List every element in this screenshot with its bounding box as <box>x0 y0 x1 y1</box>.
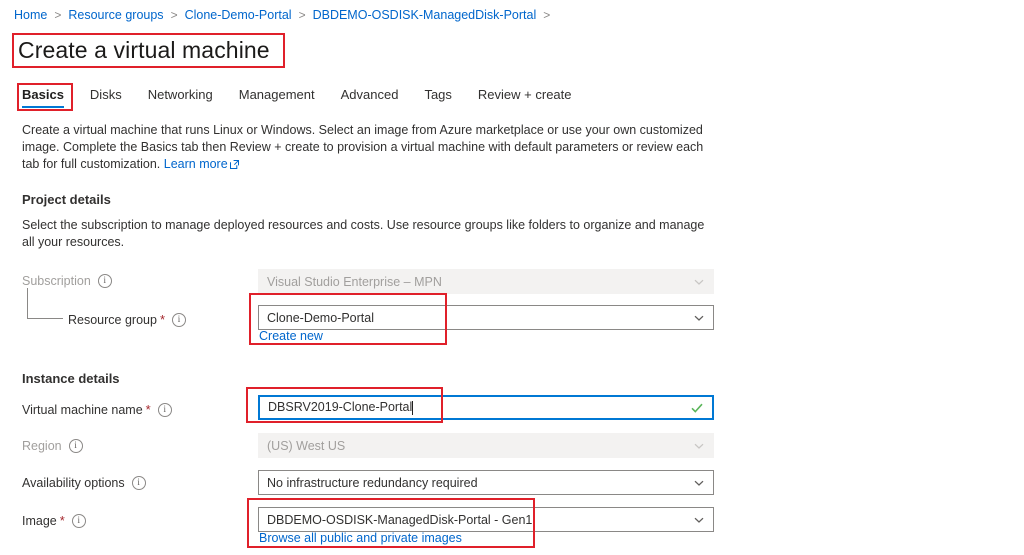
resource-group-label: Resource group * <box>68 312 187 327</box>
image-label-text: Image <box>22 513 57 528</box>
availability-options-dropdown[interactable]: No infrastructure redundancy required <box>258 470 714 495</box>
availability-options-label-text: Availability options <box>22 476 125 490</box>
external-link-icon <box>229 157 239 174</box>
breadcrumb-item-resource-groups[interactable]: Resource groups <box>68 8 163 22</box>
breadcrumb-item-home[interactable]: Home <box>14 8 47 22</box>
subscription-dropdown: Visual Studio Enterprise – MPN <box>258 269 714 294</box>
valid-check-icon <box>690 401 704 415</box>
image-label: Image * <box>22 513 86 528</box>
breadcrumb-separator: > <box>170 8 178 22</box>
vm-name-label-text: Virtual machine name <box>22 402 143 417</box>
chevron-down-icon <box>693 440 705 452</box>
intro-paragraph: Create a virtual machine that runs Linux… <box>22 122 722 174</box>
subscription-label-text: Subscription <box>22 274 91 288</box>
tab-management[interactable]: Management <box>239 85 315 110</box>
breadcrumb-separator: > <box>543 8 551 22</box>
info-icon[interactable] <box>97 274 112 288</box>
vm-name-value: DBSRV2019-Clone-Portal <box>268 400 684 415</box>
subscription-value: Visual Studio Enterprise – MPN <box>267 274 442 289</box>
resource-group-dropdown[interactable]: Clone-Demo-Portal <box>258 305 714 330</box>
chevron-down-icon <box>693 312 705 324</box>
info-icon[interactable] <box>172 312 187 327</box>
tab-disks[interactable]: Disks <box>90 85 122 110</box>
project-details-description: Select the subscription to manage deploy… <box>22 218 705 249</box>
region-label-text: Region <box>22 439 62 453</box>
info-icon[interactable] <box>68 439 83 453</box>
info-icon[interactable] <box>131 476 146 490</box>
project-details-heading: Project details <box>22 192 111 207</box>
tab-tags[interactable]: Tags <box>424 85 451 110</box>
tab-review-create[interactable]: Review + create <box>478 85 572 110</box>
browse-images-link[interactable]: Browse all public and private images <box>259 531 462 545</box>
text-cursor <box>412 400 414 415</box>
tab-bar: Basics Disks Networking Management Advan… <box>22 85 598 110</box>
intro-text: Create a virtual machine that runs Linux… <box>22 123 704 171</box>
vm-name-input[interactable]: DBSRV2019-Clone-Portal <box>258 395 714 420</box>
required-marker: * <box>159 312 166 327</box>
breadcrumb-separator: > <box>54 8 62 22</box>
breadcrumb: Home > Resource groups > Clone-Demo-Port… <box>14 8 557 22</box>
region-value: (US) West US <box>267 438 346 453</box>
tab-basics[interactable]: Basics <box>22 85 64 110</box>
chevron-down-icon <box>693 514 705 526</box>
availability-options-value: No infrastructure redundancy required <box>267 475 478 490</box>
instance-details-heading: Instance details <box>22 371 120 386</box>
info-icon[interactable] <box>71 513 86 528</box>
required-marker: * <box>145 402 151 417</box>
info-icon[interactable] <box>157 402 172 417</box>
breadcrumb-item-dbdemo-osdisk[interactable]: DBDEMO-OSDISK-ManagedDisk-Portal <box>313 8 537 22</box>
vm-name-label: Virtual machine name * <box>22 402 172 417</box>
availability-options-label: Availability options <box>22 476 146 490</box>
image-value: DBDEMO-OSDISK-ManagedDisk-Portal - Gen1 <box>267 512 533 527</box>
tab-advanced[interactable]: Advanced <box>341 85 399 110</box>
breadcrumb-item-clone-demo-portal[interactable]: Clone-Demo-Portal <box>185 8 292 22</box>
image-dropdown[interactable]: DBDEMO-OSDISK-ManagedDisk-Portal - Gen1 <box>258 507 714 532</box>
create-new-resource-group-link[interactable]: Create new <box>259 329 323 343</box>
learn-more-link[interactable]: Learn more <box>164 157 228 171</box>
required-marker: * <box>59 513 65 528</box>
chevron-down-icon <box>693 276 705 288</box>
vm-name-text: DBSRV2019-Clone-Portal <box>268 400 413 415</box>
region-label: Region <box>22 439 83 453</box>
resource-group-value: Clone-Demo-Portal <box>267 310 374 325</box>
breadcrumb-separator: > <box>298 8 306 22</box>
page-title: Create a virtual machine <box>18 37 270 63</box>
tab-networking[interactable]: Networking <box>148 85 213 110</box>
region-dropdown: (US) West US <box>258 433 714 458</box>
resource-group-label-text: Resource group <box>68 312 157 327</box>
chevron-down-icon <box>693 477 705 489</box>
subscription-label: Subscription <box>22 274 112 288</box>
